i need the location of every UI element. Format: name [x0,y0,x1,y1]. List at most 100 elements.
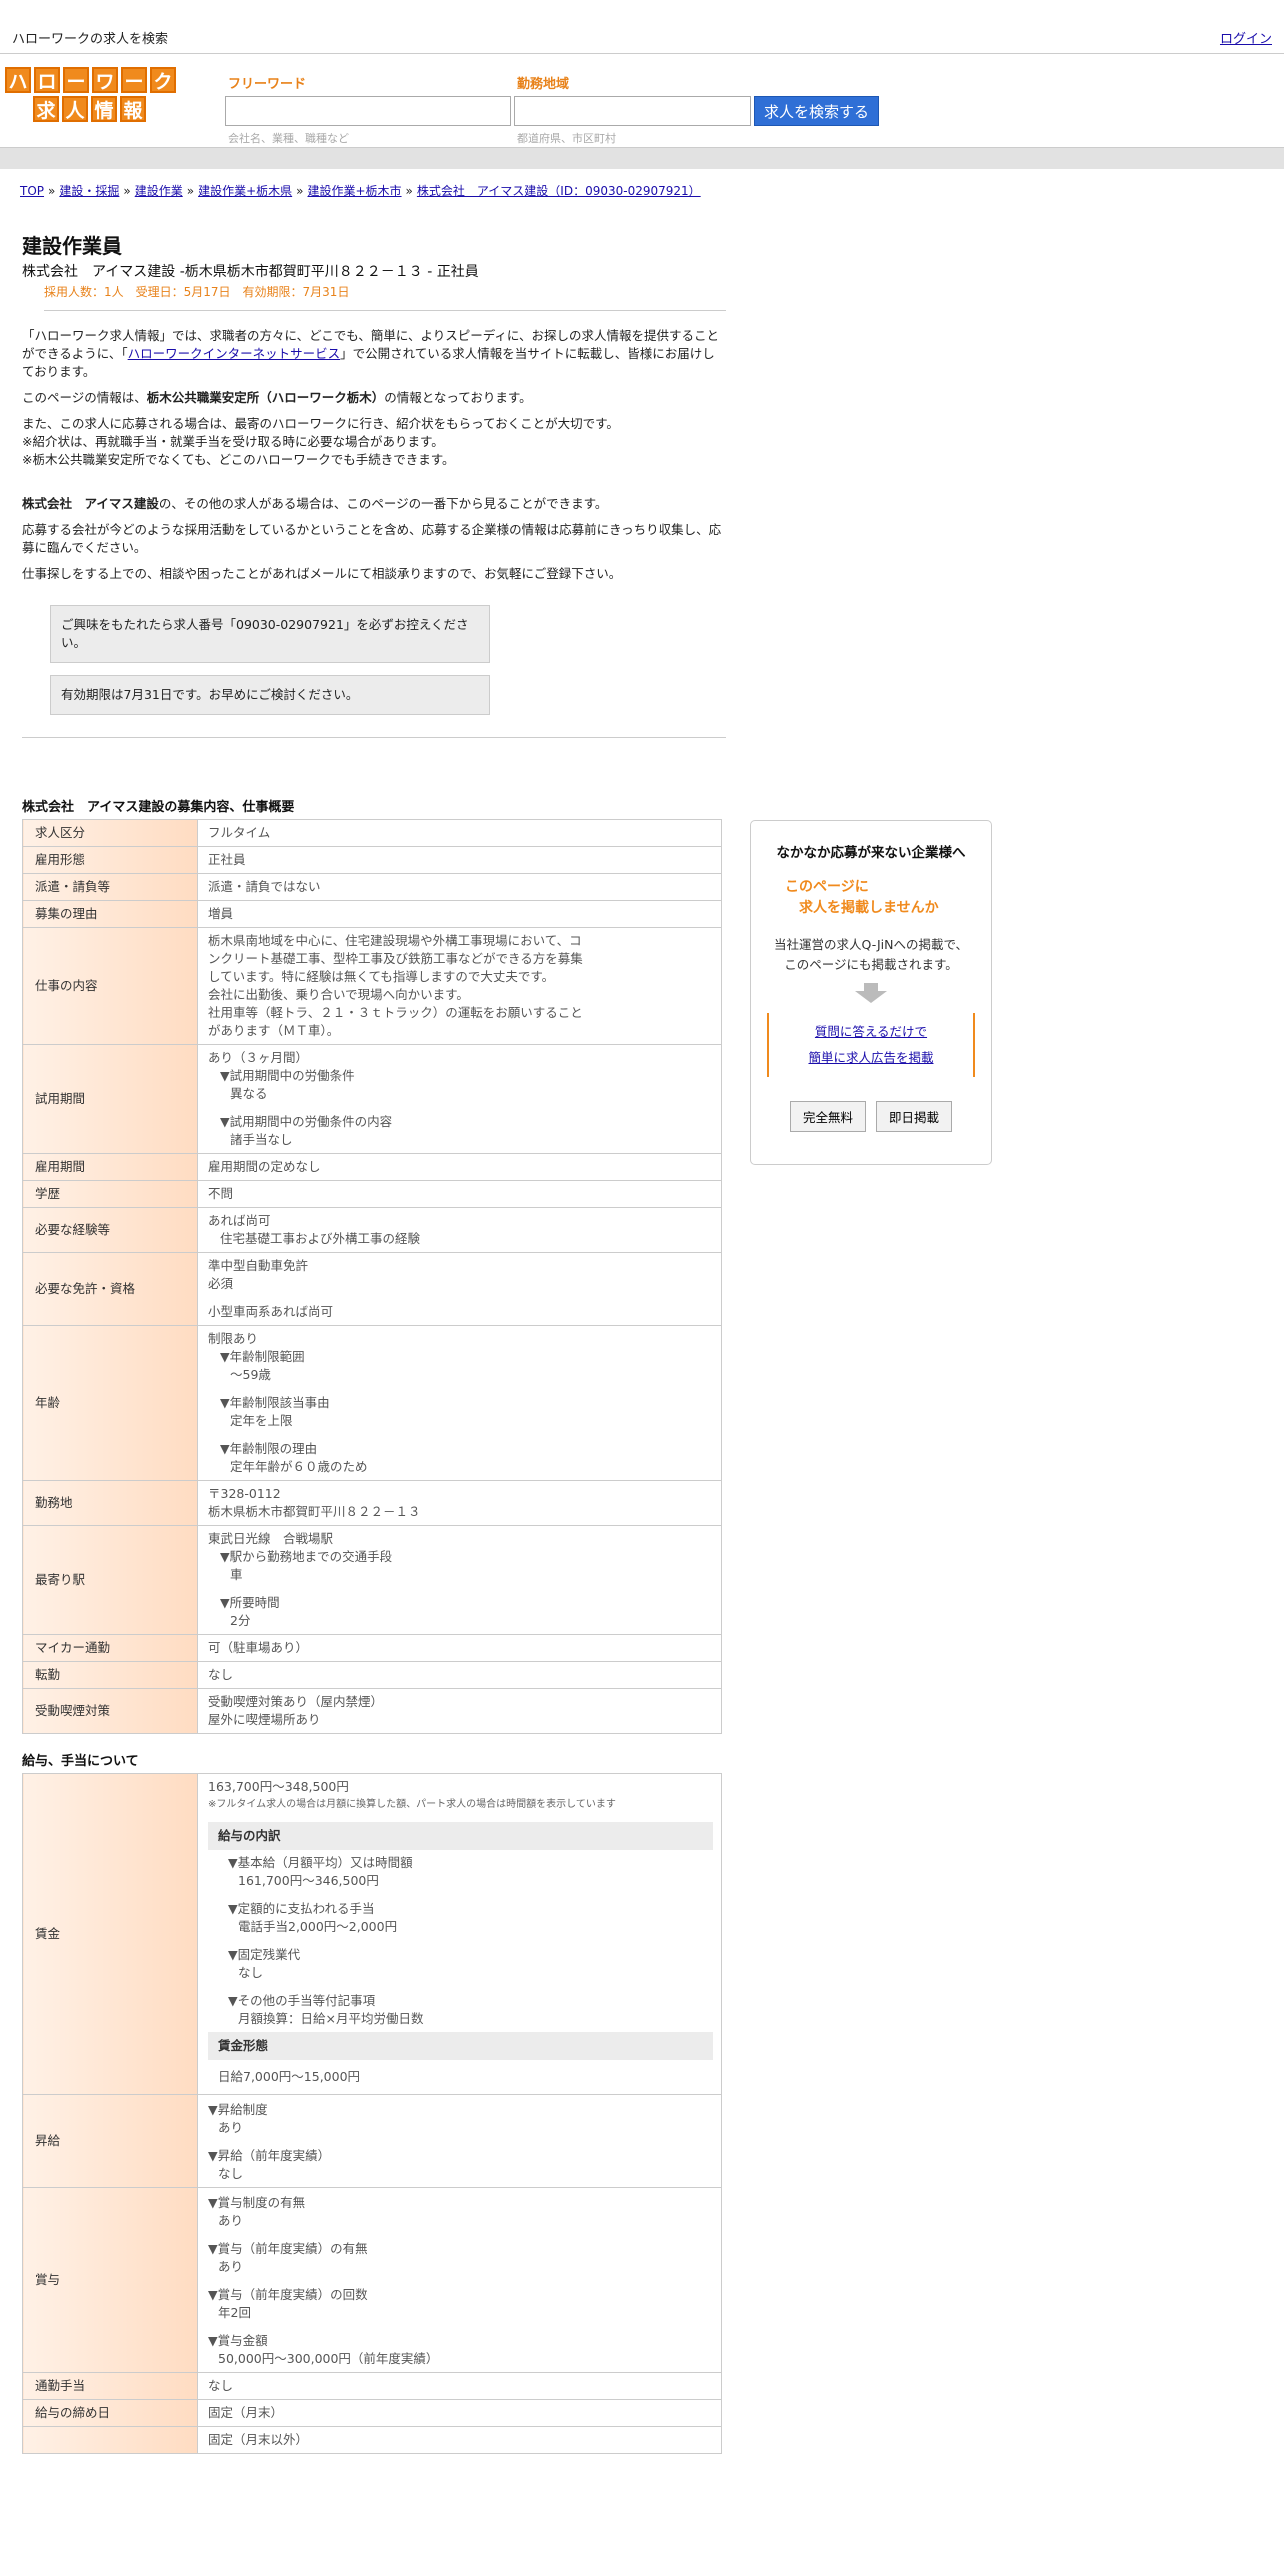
intro-paragraph: このページの情報は、栃木公共職業安定所（ハローワーク栃木）の情報となっております… [22,389,726,407]
job-title: 建設作業員 [22,234,122,258]
login-link[interactable]: ログイン [1220,28,1272,47]
row-value-line: ▼所要時間 [220,1595,280,1610]
row-value: 派遣・請負ではない [197,873,722,901]
ad-desc-line: 当社運営の求人Q-JiNへの掲載で、 [774,937,968,952]
row-value: 東武日光線 合戦場駅 ▼駅から勤務地までの交通手段車 ▼所要時間 2分 [197,1525,722,1635]
wage-range: 163,700円〜348,500円 [208,1779,349,1794]
item-value: あり [218,2213,244,2228]
row-value-line: 受動喫煙対策あり（屋内禁煙） [208,1694,384,1709]
table-row: 求人区分 フルタイム [22,819,722,847]
breadcrumb-link[interactable]: 建設作業+栃木市 [307,184,401,198]
row-value-line: 定年年齢が６０歳のため [230,1459,368,1474]
row-value-line: 住宅基礎工事および外構工事の経験 [220,1231,421,1246]
intro-text-part: ※栃木公共職業安定所でなくても、どこのハローワークでも手続きできます。 [22,452,455,467]
item-title: ▼昇給（前年度実績） [208,2148,331,2163]
table-row: 賃金 163,700円〜348,500円 ※フルタイム求人の場合は月額に換算した… [22,1773,722,2095]
row-value-line: ▼駅から勤務地までの交通手段 [220,1549,393,1564]
row-value: 固定（月末以外） [197,2426,722,2454]
row-value: 固定（月末） [197,2399,722,2427]
salary-title: 給与、手当について [22,1754,139,1769]
row-key: 年齢 [22,1325,198,1481]
table-row: 賞与 ▼賞与制度の有無 あり ▼賞与（前年度実績）の有無 あり ▼賞与（前年度実績）の回… [22,2187,722,2373]
ad-desc-line: このページにも掲載されます。 [784,957,958,972]
table-row: 必要な免許・資格 準中型自動車免許 必須 小型車両系あれば尚可 [22,1252,722,1326]
row-value-line: 栃木県南地域を中心に、住宅建設現場や外構工事現場において、コ [208,933,582,948]
logo-char: ー [121,67,147,93]
logo-char: ハ [5,67,31,93]
row-value: 可（駐車場あり） [197,1634,722,1662]
row-value: 不問 [197,1180,722,1208]
item-title: ▼賞与金額 [208,2333,268,2348]
ad-catch-line: このページに [785,879,869,895]
row-key: マイカー通勤 [22,1634,198,1662]
table-row: 転勤 なし [22,1661,722,1689]
breadcrumb-link[interactable]: 株式会社 アイマス建設（ID：09030-02907921） [417,184,701,198]
row-value: 受動喫煙対策あり（屋内禁煙） 屋外に喫煙場所あり [197,1688,722,1734]
item-value: なし [238,1965,264,1980]
table-row: 必要な経験等 あれば尚可 住宅基礎工事および外構工事の経験 [22,1207,722,1253]
logo-char: 報 [120,96,146,122]
row-value-line: 異なる [230,1086,268,1101]
site-title: ハローワークの求人を検索 [12,32,169,47]
breadcrumb-link[interactable]: 建設作業 [135,184,183,198]
row-value: なし [197,2372,722,2400]
breadcrumb-link[interactable]: 建設・採掘 [59,184,119,198]
intro-text-part: このページの情報は、 [22,390,147,405]
row-value-line: 諸手当なし [230,1132,293,1147]
breadcrumb-link[interactable]: TOP [20,184,44,198]
search-button[interactable]: 求人を検索する [754,96,879,126]
row-key: 賞与 [22,2187,198,2373]
row-key: 派遣・請負等 [22,873,198,901]
item-title: ▼その他の手当等付記事項 [228,1993,376,2008]
table-row: 最寄り駅 東武日光線 合戦場駅 ▼駅から勤務地までの交通手段車 ▼所要時間 2分 [22,1525,722,1635]
row-key: 給与の締め日 [22,2399,198,2427]
row-value-line: 〒328-0112 [208,1486,281,1501]
freeword-input[interactable] [225,96,511,126]
table-row: 試用期間 あり（３ヶ月間） ▼試用期間中の労働条件 異なる ▼試用期間中の労働条件の内容… [22,1044,722,1154]
row-value: 雇用期間の定めなし [197,1153,722,1181]
row-value-line: ▼年齢制限範囲 [220,1349,305,1364]
table-row: 通勤手当 なし [22,2372,722,2400]
row-value-line: しています。特に経験は無くても指導しますので大丈夫です。 [208,969,555,984]
row-value-line: なし [208,1667,234,1682]
row-value: あれば尚可 住宅基礎工事および外構工事の経験 [197,1207,722,1253]
row-value: ▼賞与制度の有無 あり ▼賞与（前年度実績）の有無 あり ▼賞与（前年度実績）の回数 年2… [197,2187,722,2373]
row-value: 正社員 [197,846,722,874]
same-day-button[interactable]: 即日掲載 [876,1101,953,1132]
breakdown-head: 給与の内訳 [208,1822,713,1850]
breadcrumb-link[interactable]: 建設作業+栃木県 [198,184,292,198]
row-value-line [208,1584,711,1594]
area-hint: 都道府県、市区町村 [517,132,616,145]
row-value-line [208,1384,711,1394]
row-value-line [208,1103,711,1113]
row-value-line: ▼年齢制限該当事由 [220,1395,330,1410]
hellowork-internet-service-link[interactable]: ハローワークインターネットサービス [128,346,341,361]
row-value-line: 派遣・請負ではない [208,879,321,894]
intro-text-part: の情報となっております。 [384,390,532,405]
row-key: 雇用期間 [22,1153,198,1181]
row-value-line: 栃木県栃木市都賀町平川８２２－１３ [208,1504,421,1519]
company-line: 株式会社 アイマス建設 -栃木県栃木市都賀町平川８２２－１３ - 正社員 [22,264,479,280]
table-row: 年齢 制限あり ▼年齢制限範囲 〜59歳 ▼年齢制限該当事由 定年を上限 ▼年齢制限の理由定… [22,1325,722,1481]
intro-paragraph: また、この求人に応募される場合は、最寄のハローワークに行き、紹介状をもらっておく… [22,415,726,469]
table-row: 固定（月末以外） [22,2426,722,2454]
item-title: ▼賞与（前年度実績）の有無 [208,2241,368,2256]
divider [22,737,726,738]
free-button[interactable]: 完全無料 [789,1101,866,1132]
row-key: 求人区分 [22,819,198,847]
item-title: ▼賞与制度の有無 [208,2195,306,2210]
row-value-line: 正社員 [208,852,246,867]
breadcrumb-separator: » [186,184,195,198]
ad-link-post[interactable]: 簡単に求人広告を掲載 [808,1050,933,1065]
logo[interactable]: ハローワーク求人情報 [5,67,179,123]
table-row: 募集の理由 増員 [22,900,722,928]
item-title: ▼基本給（月額平均）又は時間額 [228,1855,413,1870]
breadcrumb-separator: » [405,184,413,198]
row-value-line: 屋外に喫煙場所あり [208,1712,321,1727]
ad-link-questions[interactable]: 質問に答えるだけで [815,1024,927,1039]
area-input[interactable] [514,96,751,126]
main-content: 建設作業員 株式会社 アイマス建設 -栃木県栃木市都賀町平川８２２－１３ - 正… [22,230,726,2454]
ad-catchphrase: このページに 求人を掲載しませんか [751,877,991,919]
down-arrow-head-icon [855,991,887,1003]
row-value: 〒328-0112 栃木県栃木市都賀町平川８２２－１３ [197,1480,722,1526]
